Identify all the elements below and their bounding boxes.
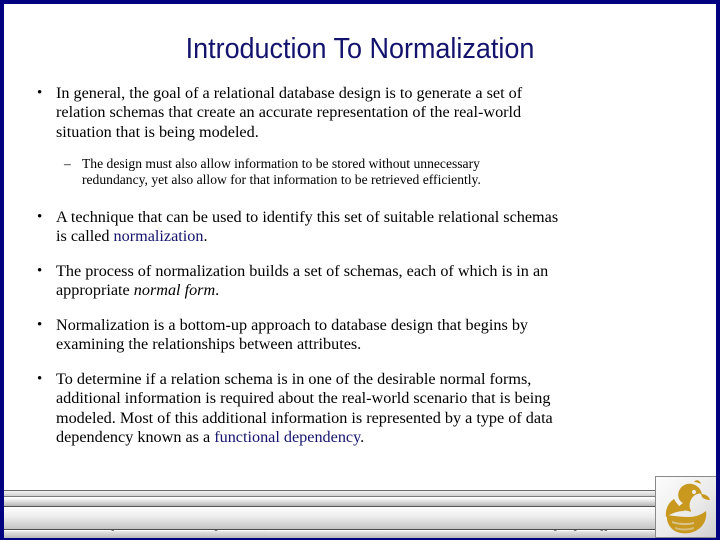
sub-bullet-item: – The design must also allow information… bbox=[4, 156, 716, 189]
sub-bullet-line: redundancy, yet also allow for that info… bbox=[82, 172, 481, 188]
bullet-marker: • bbox=[37, 85, 43, 101]
highlight-term-functional-dependency: functional dependency bbox=[214, 428, 361, 447]
text-run: dependency known as a bbox=[56, 428, 215, 447]
footer-text-bar: CGS 2545: Database Concepts (Chapter 5) … bbox=[4, 508, 716, 540]
bullet-line: A technique that can be used to identify… bbox=[56, 208, 559, 226]
text-run: . bbox=[360, 428, 365, 447]
bullet-marker: • bbox=[37, 263, 43, 279]
bullet-line: modeled. Most of this additional informa… bbox=[56, 408, 553, 427]
sub-bullet-marker: – bbox=[64, 156, 71, 171]
bullet-marker: • bbox=[37, 371, 43, 387]
bullet-line: The process of normalization builds a se… bbox=[56, 262, 549, 280]
slide-footer: CGS 2545: Database Concepts (Chapter 5) … bbox=[4, 476, 716, 540]
bullet-marker: • bbox=[37, 317, 43, 333]
italic-term-normal-form: normal form bbox=[133, 281, 216, 300]
bullet-line: examining the relationships between attr… bbox=[56, 335, 362, 354]
text-run: is called bbox=[56, 227, 114, 246]
bullet-line: In general, the goal of a relational dat… bbox=[56, 84, 523, 102]
text-run: . bbox=[215, 281, 220, 300]
presentation-slide: Introduction To Normalization • In gener… bbox=[0, 0, 720, 540]
logo-eye bbox=[691, 489, 697, 495]
slide-title: Introduction To Normalization bbox=[185, 33, 535, 65]
logo-container bbox=[655, 476, 716, 538]
bullet-item: • Normalization is a bottom-up approach … bbox=[4, 316, 716, 355]
bullet-line: is called normalization. bbox=[56, 227, 716, 246]
bullet-item: • The process of normalization builds a … bbox=[4, 262, 716, 301]
bullet-line: To determine if a relation schema is in … bbox=[56, 370, 532, 388]
bullet-line: relation schemas that create an accurate… bbox=[56, 103, 522, 122]
text-run: appropriate bbox=[56, 281, 134, 300]
bullet-marker: • bbox=[37, 209, 43, 225]
bullet-line: appropriate normal form. bbox=[56, 281, 716, 300]
sub-bullet-line: The design must also allow information t… bbox=[82, 156, 480, 171]
slide-body: • In general, the goal of a relational d… bbox=[4, 84, 716, 484]
bullet-item: • To determine if a relation schema is i… bbox=[4, 370, 716, 448]
bullet-item: • A technique that can be used to identi… bbox=[4, 208, 716, 247]
bullet-line: Normalization is a bottom-up approach to… bbox=[56, 316, 529, 334]
footer-top-divider bbox=[4, 490, 716, 497]
text-run: . bbox=[203, 227, 208, 246]
bullet-line: additional information is required about… bbox=[56, 389, 551, 408]
highlight-term-normalization: normalization bbox=[113, 227, 204, 246]
footer-middle-divider bbox=[4, 498, 716, 507]
ucf-pegasus-logo-icon bbox=[665, 480, 710, 534]
bullet-item: • In general, the goal of a relational d… bbox=[4, 84, 716, 142]
bullet-line: situation that is being modeled. bbox=[56, 122, 259, 141]
footer-bottom-divider bbox=[4, 531, 716, 540]
bullet-line: dependency known as a functional depende… bbox=[56, 428, 716, 447]
